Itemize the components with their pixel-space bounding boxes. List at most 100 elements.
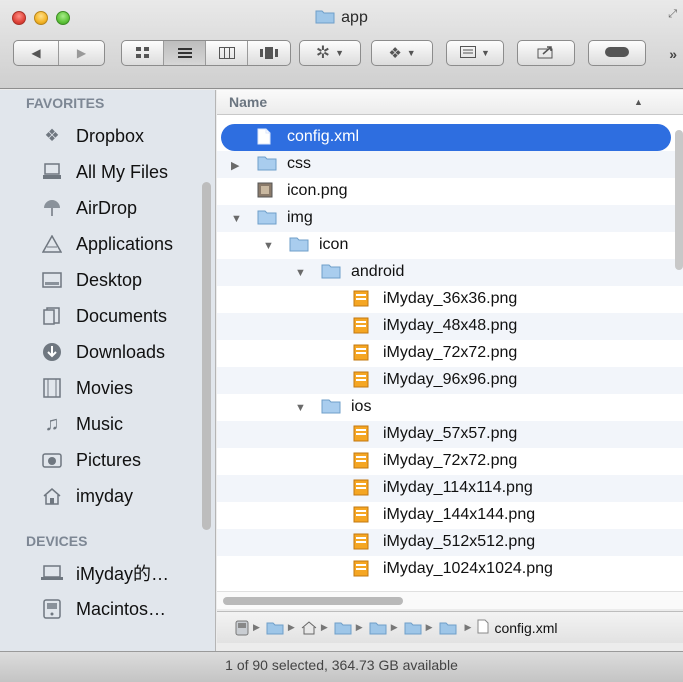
downloads-icon [40, 341, 64, 363]
name-column-header[interactable]: Name ▲ [217, 90, 683, 115]
file-name: android [351, 263, 405, 280]
folder-icon[interactable] [266, 621, 284, 635]
back-arrow-icon[interactable]: ◀ [14, 41, 60, 65]
sidebar-item-imyday-laptop[interactable]: iMyday的… [40, 558, 169, 588]
path-separator-icon: ▶ [390, 622, 398, 632]
sidebar-item-pictures[interactable]: Pictures [40, 445, 141, 475]
desktop-icon [40, 269, 64, 291]
file-row[interactable]: iMyday_57x57.png [217, 421, 683, 448]
folder-icon[interactable] [404, 621, 422, 635]
sidebar-item-documents[interactable]: Documents [40, 301, 167, 331]
folder-icon [289, 236, 309, 254]
file-row[interactable]: iMyday_48x48.png [217, 313, 683, 340]
sidebar-item-airdrop[interactable]: AirDrop [40, 193, 137, 223]
airdrop-icon [40, 197, 64, 219]
folder-row[interactable]: ▼ icon [217, 232, 683, 259]
sidebar-item-macintosh[interactable]: Macintos… [40, 594, 166, 624]
path-file-item[interactable]: config.xml [477, 619, 557, 637]
tag-icon [604, 46, 630, 61]
folder-icon [321, 398, 341, 416]
sidebar-item-applications[interactable]: Applications [40, 229, 173, 259]
file-row[interactable]: iMyday_96x96.png [217, 367, 683, 394]
path-separator-icon: ▶ [425, 622, 433, 632]
sidebar-item-desktop[interactable]: Desktop [40, 265, 142, 295]
forward-arrow-icon[interactable]: ▶ [59, 41, 104, 65]
cover-flow-view-icon[interactable] [248, 41, 290, 65]
dropbox-icon: ❖ [388, 45, 402, 62]
column-view-icon[interactable] [206, 41, 248, 65]
folder-row[interactable]: ▼ android [217, 259, 683, 286]
png-file-icon [353, 452, 373, 470]
folder-row[interactable]: ▼ img [217, 205, 683, 232]
sidebar-scrollbar[interactable] [202, 182, 211, 530]
home-icon[interactable] [301, 620, 317, 635]
file-name: img [287, 209, 313, 226]
dropbox-button[interactable]: ❖ ▼ [371, 40, 433, 66]
document-icon [257, 128, 277, 146]
arrange-button[interactable]: ▼ [446, 40, 504, 66]
path-separator-icon: ▶ [253, 622, 260, 632]
file-row[interactable]: config.xml [221, 124, 671, 151]
sidebar-item-music[interactable]: ♫ Music [40, 409, 124, 439]
png-file-icon [353, 560, 373, 578]
window-title-text: app [341, 9, 368, 26]
disclosure-expanded-icon[interactable]: ▼ [295, 402, 306, 414]
file-row[interactable]: iMyday_144x144.png [217, 502, 683, 529]
list-scrollbar[interactable] [675, 130, 683, 270]
disclosure-expanded-icon[interactable]: ▼ [231, 213, 242, 225]
horizontal-scrollbar-thumb[interactable] [223, 597, 403, 605]
disk-icon[interactable] [235, 620, 249, 636]
file-name: iMyday_48x48.png [383, 317, 518, 334]
share-button[interactable] [517, 40, 575, 66]
sidebar-item-label: Pictures [76, 449, 142, 470]
chevron-down-icon: ▼ [335, 48, 345, 58]
folder-icon [257, 209, 277, 227]
gear-icon: ✲ [315, 43, 331, 62]
toolbar-overflow-icon[interactable]: » [669, 46, 677, 62]
sidebar-item-imyday[interactable]: imyday [40, 481, 133, 511]
file-row[interactable]: iMyday_512x512.png [217, 529, 683, 556]
file-row[interactable]: iMyday_72x72.png [217, 448, 683, 475]
file-name: iMyday_512x512.png [383, 533, 536, 550]
sidebar-item-dropbox[interactable]: ❖ Dropbox [40, 121, 144, 151]
documents-icon [40, 305, 64, 327]
sidebar-item-label: AirDrop [76, 197, 138, 218]
chevron-down-icon: ▼ [481, 48, 490, 58]
fullscreen-icon[interactable]: ⤢ [668, 8, 677, 21]
icon-view-icon[interactable] [122, 41, 164, 65]
png-file-icon [353, 371, 373, 389]
folder-icon[interactable] [369, 621, 387, 635]
file-name: iMyday_96x96.png [383, 371, 518, 388]
file-name: config.xml [287, 128, 360, 145]
file-row[interactable]: iMyday_72x72.png [217, 340, 683, 367]
folder-row[interactable]: ▶ css [217, 151, 683, 178]
action-button[interactable]: ✲ ▼ [299, 40, 361, 66]
disclosure-collapsed-icon[interactable]: ▶ [231, 159, 239, 172]
sidebar-item-downloads[interactable]: Downloads [40, 337, 165, 367]
png-file-icon [353, 425, 373, 443]
file-row[interactable]: iMyday_114x114.png [217, 475, 683, 502]
file-row[interactable]: icon.png [217, 178, 683, 205]
disclosure-expanded-icon[interactable]: ▼ [295, 267, 306, 279]
edit-tags-button[interactable] [588, 40, 646, 66]
png-file-icon [353, 533, 373, 551]
document-icon [477, 619, 489, 637]
folder-row[interactable]: ▼ ios [217, 394, 683, 421]
list-view-icon[interactable] [164, 41, 206, 65]
path-separator-icon: ▶ [320, 622, 328, 632]
file-name: icon [319, 236, 349, 253]
sidebar-item-all-my-files[interactable]: All My Files [40, 157, 168, 187]
path-file-label: config.xml [494, 619, 558, 636]
png-file-icon [353, 290, 373, 308]
disk-icon [40, 598, 64, 620]
file-row[interactable]: iMyday_1024x1024.png [217, 556, 683, 583]
sidebar-item-movies[interactable]: Movies [40, 373, 133, 403]
folder-icon[interactable] [439, 621, 457, 635]
path-separator-icon: ▶ [355, 622, 363, 632]
folder-icon[interactable] [334, 621, 352, 635]
png-file-icon [353, 506, 373, 524]
file-row[interactable]: iMyday_36x36.png [217, 286, 683, 313]
sidebar-item-label: imyday [76, 485, 134, 506]
sort-ascending-icon: ▲ [634, 97, 643, 107]
disclosure-expanded-icon[interactable]: ▼ [263, 240, 274, 252]
